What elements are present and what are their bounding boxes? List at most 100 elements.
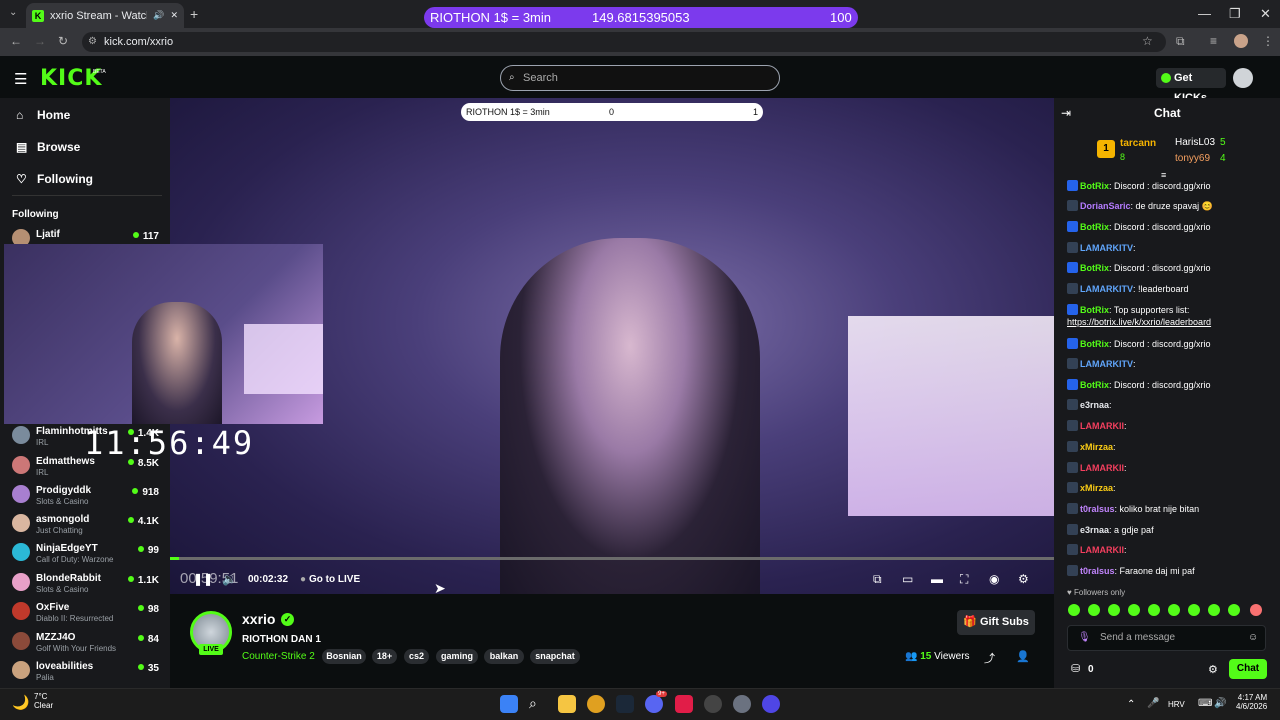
chat-text[interactable]: https://botrix.live/k/xxrio/leaderboard	[1067, 317, 1211, 327]
discord-icon[interactable]	[645, 695, 663, 713]
expand-leaderboard-icon[interactable]: ≡	[1161, 170, 1166, 180]
emote-icon[interactable]	[1088, 604, 1100, 616]
fullscreen-icon[interactable]: ⛶	[960, 572, 968, 587]
network-icon[interactable]: ⌨	[1198, 698, 1212, 709]
address-bar[interactable]: ⚙ kick.com/xxrio	[82, 32, 1166, 52]
emote-icon[interactable]	[1068, 604, 1080, 616]
chat-username[interactable]: t0ralsus	[1080, 504, 1115, 514]
emote-icon[interactable]	[1128, 604, 1140, 616]
hamburger-menu-icon[interactable]: ☰	[14, 70, 27, 88]
playback-speed-icon[interactable]: ◉	[989, 572, 999, 586]
emote-icon[interactable]	[1108, 604, 1120, 616]
settings-gear-icon[interactable]: ⚙	[1018, 572, 1029, 586]
weather-widget[interactable]: 7°C Clear	[34, 692, 53, 710]
pause-icon[interactable]: ❚❚	[193, 572, 213, 586]
leaderboard-name[interactable]: tarcann	[1120, 138, 1156, 149]
leaderboard-name[interactable]: HarisL03	[1175, 137, 1215, 148]
volume-tray-icon[interactable]: 🔊	[1214, 698, 1226, 709]
chat-username[interactable]: DorianSaric	[1080, 201, 1131, 211]
sidebar-item-browse[interactable]: ▤ Browse	[16, 140, 80, 154]
bookmark-star-icon[interactable]: ☆	[1142, 34, 1153, 48]
sidebar-item-following[interactable]: ♡ Following	[16, 172, 93, 186]
emote-icon[interactable]	[1228, 604, 1240, 616]
emote-icon[interactable]	[1250, 604, 1262, 616]
chat-settings-icon[interactable]: ⚙	[1208, 663, 1218, 676]
maximize-icon[interactable]: ❐	[1229, 6, 1241, 22]
miniplayer-icon[interactable]: ⧉	[873, 572, 882, 587]
tag-chip[interactable]: balkan	[484, 649, 524, 664]
tag-chip[interactable]: snapchat	[530, 649, 580, 664]
streamer-name[interactable]: xxrio	[242, 611, 275, 627]
settings-app-icon[interactable]	[733, 695, 751, 713]
sidebar-item-home[interactable]: ⌂ Home	[16, 108, 70, 122]
picture-in-picture-window[interactable]	[4, 244, 323, 424]
chat-username[interactable]: BotRix	[1080, 263, 1109, 273]
chat-username[interactable]: LAMARKII	[1080, 545, 1124, 555]
chat-username[interactable]: xMirzaa	[1080, 442, 1113, 452]
theater-mode-icon[interactable]: ▬	[931, 572, 943, 586]
windows-start-icon[interactable]	[500, 695, 518, 713]
following-item[interactable]: OxFive Diablo II: Resurrected 98	[12, 602, 162, 631]
browser-tab[interactable]: K xxrio Stream - Watch Live o 🔊 ✕	[26, 3, 184, 28]
send-chat-button[interactable]: Chat	[1229, 659, 1267, 679]
steam-icon[interactable]	[616, 695, 634, 713]
emote-icon[interactable]	[1188, 604, 1200, 616]
chat-username[interactable]: BotRix	[1080, 222, 1109, 232]
minimize-icon[interactable]: —	[1198, 6, 1211, 21]
following-item[interactable]: asmongold Just Chatting 4.1K	[12, 514, 162, 543]
share-icon[interactable]: ⤴	[984, 650, 995, 666]
site-info-icon[interactable]: ⚙	[88, 32, 97, 52]
chat-username[interactable]: e3rnaa	[1080, 400, 1109, 410]
video-progress-bar[interactable]	[170, 557, 1054, 560]
forward-icon[interactable]: →	[34, 34, 46, 48]
gift-subs-button[interactable]: 🎁 Gift Subs	[957, 610, 1035, 635]
following-item[interactable]: BlondeRabbit Slots & Casino 1.1K	[12, 573, 162, 602]
clock-widget[interactable]: 4:17 AM 4/6/2026	[1236, 693, 1267, 711]
chat-username[interactable]: LAMARKII	[1080, 463, 1124, 473]
obs-app-icon[interactable]	[762, 695, 780, 713]
chrome-icon[interactable]	[587, 695, 605, 713]
browser-menu-icon[interactable]: ⋮	[1262, 34, 1274, 48]
follow-user-icon[interactable]: 👤	[1016, 650, 1030, 663]
chat-username[interactable]: BotRix	[1080, 380, 1109, 390]
file-explorer-icon[interactable]	[558, 695, 576, 713]
speaker-icon[interactable]: 🔊	[153, 10, 164, 21]
search-input[interactable]: ⌕ Search	[500, 65, 780, 91]
chat-username[interactable]: LAMARKITV	[1080, 359, 1133, 369]
following-item[interactable]: Prodigyddk Slots & Casino 918	[12, 485, 162, 514]
go-to-live-button[interactable]: Go to LIVE	[309, 574, 360, 585]
emote-icon[interactable]	[1208, 604, 1220, 616]
tag-chip[interactable]: 18+	[372, 649, 397, 664]
chat-username[interactable]: LAMARKII	[1080, 421, 1124, 431]
tray-overflow-icon[interactable]: ⌃	[1127, 699, 1135, 710]
chat-username[interactable]: xMirzaa	[1080, 483, 1113, 493]
volume-icon[interactable]: 🔉	[222, 572, 237, 586]
leaderboard-name[interactable]: tonyy69	[1175, 153, 1210, 164]
tag-chip[interactable]: Bosnian	[322, 649, 366, 664]
back-icon[interactable]: ←	[10, 34, 22, 48]
media-control-icon[interactable]: ≡	[1210, 34, 1217, 48]
chat-username[interactable]: BotRix	[1080, 339, 1109, 349]
emoji-picker-icon[interactable]: ☺	[1248, 626, 1258, 650]
profile-avatar[interactable]	[1234, 34, 1248, 48]
user-avatar[interactable]	[1233, 68, 1253, 88]
chat-username[interactable]: t0ralsus	[1080, 566, 1115, 576]
following-item[interactable]: MZZJ4O Golf With Your Friends 84	[12, 632, 162, 661]
media-app-icon[interactable]	[704, 695, 722, 713]
collapse-chat-icon[interactable]: ⇥	[1061, 106, 1071, 120]
chat-username[interactable]: BotRix	[1080, 181, 1109, 191]
get-kicks-button[interactable]: Get KICKs	[1156, 68, 1226, 104]
tag-chip[interactable]: gaming	[436, 649, 478, 664]
keyboard-language[interactable]: HRV	[1168, 700, 1185, 709]
following-item[interactable]: loveabilities Palia 35	[12, 661, 162, 690]
tray-mic-icon[interactable]: 🎤	[1147, 698, 1159, 709]
reload-icon[interactable]: ↻	[58, 34, 68, 48]
chat-username[interactable]: LAMARKITV	[1080, 243, 1133, 253]
microphone-icon[interactable]: 🎙	[1078, 626, 1091, 650]
following-item[interactable]: NinjaEdgeYT Call of Duty: Warzone 99	[12, 543, 162, 572]
chat-username[interactable]: BotRix	[1080, 305, 1109, 315]
emote-icon[interactable]	[1168, 604, 1180, 616]
new-tab-icon[interactable]: +	[190, 6, 198, 22]
tab-close-icon[interactable]: ✕	[170, 10, 178, 21]
tab-list-icon[interactable]: ⌄	[9, 7, 17, 18]
